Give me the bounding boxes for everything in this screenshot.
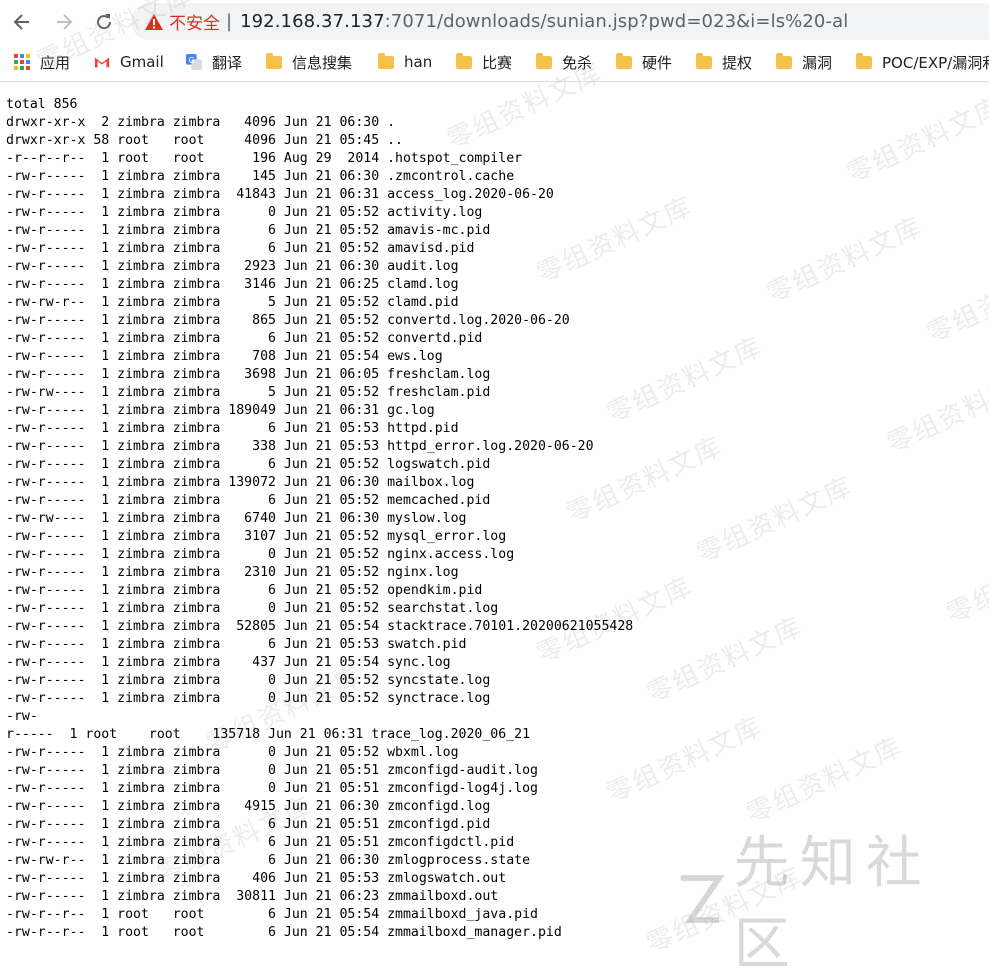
bookmark-folder-privesc[interactable]: 提权 xyxy=(696,50,752,74)
directory-listing: total 856 drwxr-xr-x 2 zimbra zimbra 4096… xyxy=(6,96,986,942)
listing-line: -rw-r----- 1 zimbra zimbra 0 Jun 21 05:5… xyxy=(6,547,515,562)
url-text[interactable]: 192.168.37.137:7071/downloads/sunian.jsp… xyxy=(240,11,848,32)
listing-line: -rw-rw---- 1 zimbra zimbra 5 Jun 21 05:5… xyxy=(6,385,491,400)
url-host: 192.168.37.137 xyxy=(240,11,385,32)
bookmark-folder-contest[interactable]: 比赛 xyxy=(456,50,512,74)
listing-line: drwxr-xr-x 58 root root 4096 Jun 21 05:4… xyxy=(6,133,403,148)
listing-line: -rw-rw-r-- 1 zimbra zimbra 6 Jun 21 06:3… xyxy=(6,853,531,868)
listing-line: -rw-r----- 1 zimbra zimbra 338 Jun 21 05… xyxy=(6,439,594,454)
listing-line: drwxr-xr-x 2 zimbra zimbra 4096 Jun 21 0… xyxy=(6,115,396,130)
bookmark-gmail[interactable]: Gmail xyxy=(94,50,164,74)
translate-icon: G xyxy=(186,54,202,70)
folder-icon xyxy=(856,52,872,70)
listing-line: -r--r--r-- 1 root root 196 Aug 29 2014 .… xyxy=(6,151,523,166)
bookmark-label: 提权 xyxy=(722,53,753,72)
listing-line: -rw-r----- 1 zimbra zimbra 3146 Jun 21 0… xyxy=(6,277,459,292)
listing-line: -rw-r----- 1 zimbra zimbra 6 Jun 21 05:5… xyxy=(6,241,475,256)
bookmarks-bar: 应用 Gmail G 翻译 信息搜集 han 比赛 免杀 硬件 提权 漏洞 PO… xyxy=(0,44,989,82)
folder-icon xyxy=(378,52,394,70)
listing-line: -rw-r----- 1 zimbra zimbra 0 Jun 21 05:5… xyxy=(6,691,491,706)
listing-line: -rw-r----- 1 zimbra zimbra 6 Jun 21 05:5… xyxy=(6,637,467,652)
bookmark-folder-vuln[interactable]: 漏洞 xyxy=(776,50,832,74)
listing-line: -rw-r----- 1 zimbra zimbra 145 Jun 21 06… xyxy=(6,169,515,184)
listing-line: -rw-r----- 1 zimbra zimbra 30811 Jun 21 … xyxy=(6,889,499,904)
bookmark-folder-hardware[interactable]: 硬件 xyxy=(616,50,672,74)
listing-line: -rw- xyxy=(6,709,38,724)
listing-line: -rw-r----- 1 zimbra zimbra 6 Jun 21 05:5… xyxy=(6,331,483,346)
url-path: :7071/downloads/sunian.jsp?pwd=023&i=ls%… xyxy=(384,11,849,32)
listing-line: -rw-r----- 1 zimbra zimbra 406 Jun 21 05… xyxy=(6,871,507,886)
reload-icon xyxy=(97,14,112,30)
listing-line: -rw-r----- 1 zimbra zimbra 708 Jun 21 05… xyxy=(6,349,443,364)
bookmark-label: 翻译 xyxy=(212,53,243,72)
security-status[interactable]: 不安全 xyxy=(169,9,220,34)
folder-icon xyxy=(536,52,552,70)
listing-line: -rw-r--r-- 1 root root 6 Jun 21 05:54 zm… xyxy=(6,925,562,940)
listing-line: -rw-r----- 1 zimbra zimbra 0 Jun 21 05:5… xyxy=(6,601,499,616)
bookmark-label: han xyxy=(404,53,433,71)
bookmark-translate[interactable]: G 翻译 xyxy=(186,50,242,74)
reload-button[interactable] xyxy=(90,8,118,36)
bookmark-label: 免杀 xyxy=(562,53,593,72)
folder-icon xyxy=(616,52,632,70)
forward-button[interactable] xyxy=(50,8,78,36)
listing-line: -rw-r----- 1 zimbra zimbra 6 Jun 21 05:5… xyxy=(6,817,491,832)
listing-line: -rw-r----- 1 zimbra zimbra 6 Jun 21 05:5… xyxy=(6,835,515,850)
listing-line: -rw-r--r-- 1 root root 6 Jun 21 05:54 zm… xyxy=(6,907,538,922)
gmail-icon xyxy=(94,54,110,70)
bookmark-folder-info[interactable]: 信息搜集 xyxy=(266,50,352,74)
listing-line: -rw-r----- 1 zimbra zimbra 437 Jun 21 05… xyxy=(6,655,451,670)
bookmark-label: 信息搜集 xyxy=(292,53,353,72)
listing-line: r----- 1 root root 135718 Jun 21 06:31 t… xyxy=(6,727,531,742)
listing-line: -rw-rw---- 1 zimbra zimbra 6740 Jun 21 0… xyxy=(6,511,467,526)
bookmark-label: 漏洞 xyxy=(802,53,833,72)
listing-line: -rw-r----- 1 zimbra zimbra 0 Jun 21 05:5… xyxy=(6,781,538,796)
bookmark-apps[interactable]: 应用 xyxy=(14,50,70,74)
forward-arrow-icon xyxy=(57,14,73,30)
apps-grid-icon xyxy=(14,54,30,70)
listing-line: -rw-r----- 1 zimbra zimbra 2310 Jun 21 0… xyxy=(6,565,459,580)
bookmark-label: 硬件 xyxy=(642,53,673,72)
listing-line: -rw-r----- 1 zimbra zimbra 865 Jun 21 05… xyxy=(6,313,570,328)
bookmark-label: 应用 xyxy=(40,53,71,72)
warning-icon xyxy=(145,13,163,31)
listing-line: -rw-r----- 1 zimbra zimbra 4915 Jun 21 0… xyxy=(6,799,491,814)
bookmark-label: 比赛 xyxy=(482,53,513,72)
listing-line: -rw-r----- 1 zimbra zimbra 3107 Jun 21 0… xyxy=(6,529,507,544)
listing-line: -rw-r----- 1 zimbra zimbra 6 Jun 21 05:5… xyxy=(6,223,491,238)
listing-line: -rw-r----- 1 zimbra zimbra 6 Jun 21 05:5… xyxy=(6,583,483,598)
folder-icon xyxy=(696,52,712,70)
bookmark-folder-poc[interactable]: POC/EXP/漏洞利 xyxy=(856,50,989,74)
listing-line: -rw-r----- 1 zimbra zimbra 2923 Jun 21 0… xyxy=(6,259,459,274)
folder-icon xyxy=(776,52,792,70)
address-bar[interactable]: 不安全 | 192.168.37.137:7071/downloads/suni… xyxy=(131,3,989,40)
browser-toolbar: 不安全 | 192.168.37.137:7071/downloads/suni… xyxy=(0,0,989,44)
bookmark-folder-av[interactable]: 免杀 xyxy=(536,50,592,74)
folder-icon xyxy=(456,52,472,70)
url-separator: | xyxy=(226,11,233,32)
folder-icon xyxy=(266,52,282,70)
bookmark-folder-han[interactable]: han xyxy=(378,50,432,74)
bookmark-label: Gmail xyxy=(120,53,164,71)
listing-line: -rw-r----- 1 zimbra zimbra 52805 Jun 21 … xyxy=(6,619,634,634)
listing-line: -rw-r----- 1 zimbra zimbra 0 Jun 21 05:5… xyxy=(6,745,459,760)
listing-line: -rw-r----- 1 zimbra zimbra 41843 Jun 21 … xyxy=(6,187,554,202)
back-arrow-icon xyxy=(13,14,29,30)
listing-line: total 856 xyxy=(6,97,78,112)
listing-line: -rw-r----- 1 zimbra zimbra 3698 Jun 21 0… xyxy=(6,367,491,382)
listing-line: -rw-r----- 1 zimbra zimbra 0 Jun 21 05:5… xyxy=(6,205,483,220)
bookmark-label: POC/EXP/漏洞利 xyxy=(882,53,989,72)
listing-line: -rw-rw-r-- 1 zimbra zimbra 5 Jun 21 05:5… xyxy=(6,295,459,310)
listing-line: -rw-r----- 1 zimbra zimbra 189049 Jun 21… xyxy=(6,403,435,418)
listing-line: -rw-r----- 1 zimbra zimbra 0 Jun 21 05:5… xyxy=(6,763,538,778)
listing-line: -rw-r----- 1 zimbra zimbra 6 Jun 21 05:5… xyxy=(6,457,491,472)
listing-line: -rw-r----- 1 zimbra zimbra 6 Jun 21 05:5… xyxy=(6,421,459,436)
listing-line: -rw-r----- 1 zimbra zimbra 6 Jun 21 05:5… xyxy=(6,493,491,508)
listing-line: -rw-r----- 1 zimbra zimbra 0 Jun 21 05:5… xyxy=(6,673,491,688)
back-button[interactable] xyxy=(8,8,36,36)
listing-line: -rw-r----- 1 zimbra zimbra 139072 Jun 21… xyxy=(6,475,475,490)
svg-text:G: G xyxy=(189,56,195,65)
